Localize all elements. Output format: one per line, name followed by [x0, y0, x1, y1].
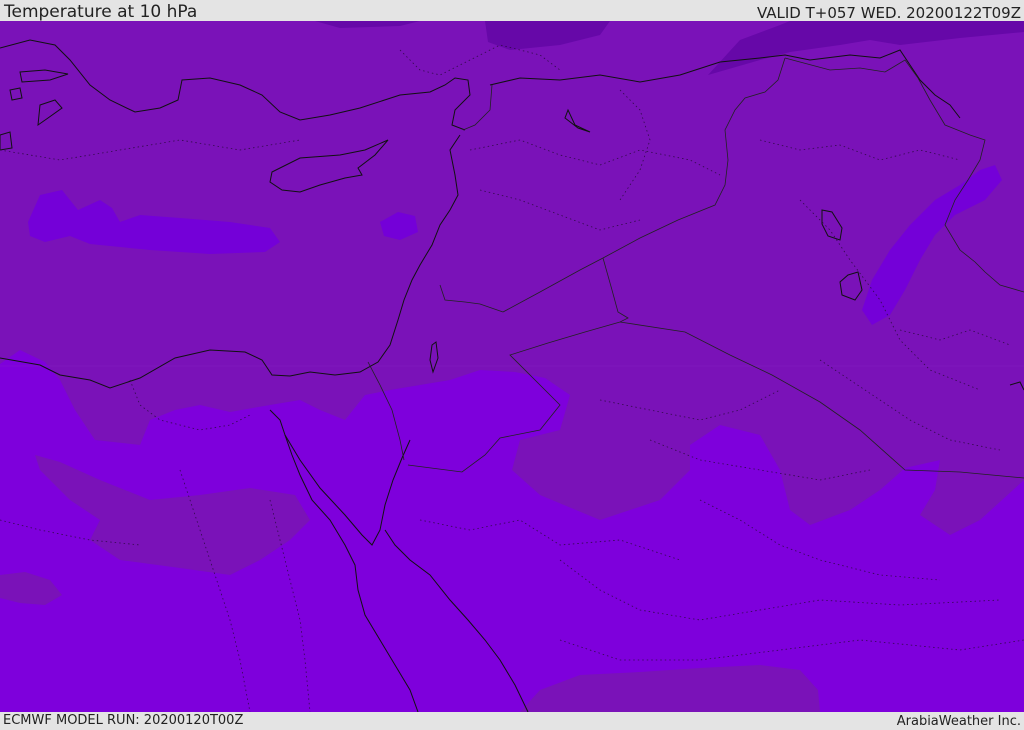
model-run: ECMWF MODEL RUN: 20200120T00Z: [3, 713, 244, 728]
bottom-footer: ECMWF MODEL RUN: 20200120T00Z ArabiaWeat…: [0, 712, 1024, 729]
weather-map[interactable]: [0, 21, 1024, 712]
brand-credit: ArabiaWeather Inc.: [896, 714, 1021, 729]
valid-time: VALID T+057 WED. 20200122T09Z: [756, 4, 1021, 22]
map-title: Temperature at 10 hPa: [4, 2, 198, 22]
top-header: Temperature at 10 hPa VALID T+057 WED. 2…: [0, 0, 1024, 21]
map-canvas: [0, 21, 1024, 712]
